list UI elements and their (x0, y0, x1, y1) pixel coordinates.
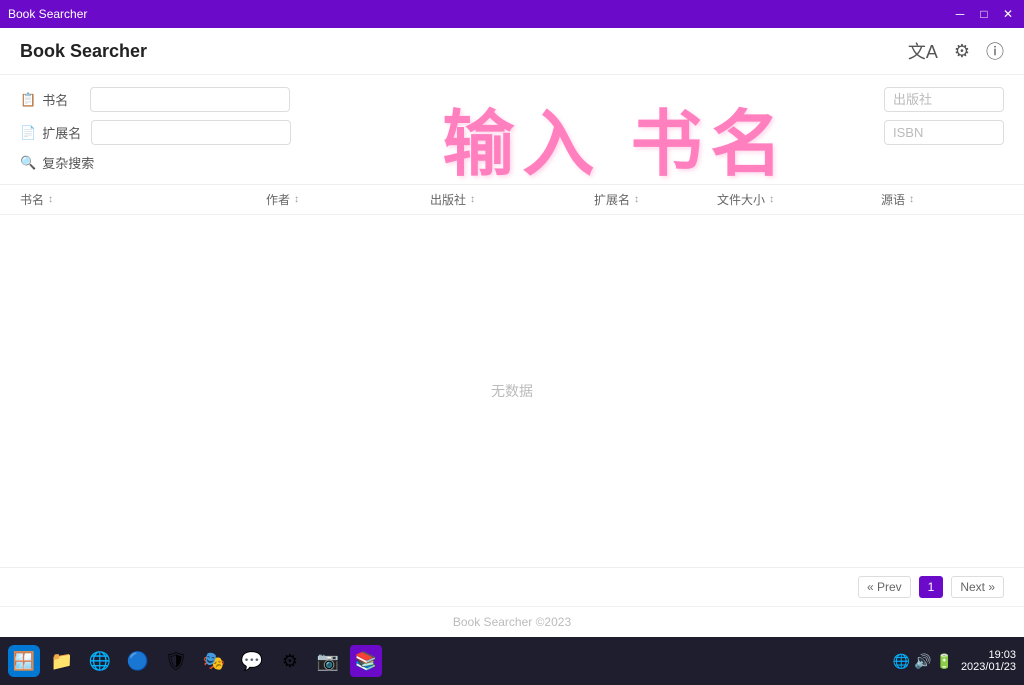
advanced-search-label: 复杂搜索 (42, 153, 94, 172)
pagination: « Prev 1 Next » (0, 567, 1024, 606)
table-body: 无数据 (0, 215, 1024, 567)
col-ext-sort: ↕ (634, 194, 639, 205)
col-size-label: 文件大小 (717, 191, 765, 208)
taskbar-time: 19:03 (961, 649, 1016, 661)
title-label: 📋 书名 (20, 90, 80, 109)
col-author-label: 作者 (266, 191, 290, 208)
book-icon: 📋 (20, 92, 36, 108)
search-row-author: 📄 扩展名 (20, 120, 1004, 145)
start-button[interactable]: 🪟 (8, 645, 40, 677)
app-footer: Book Searcher ©2023 (0, 606, 1024, 637)
taskbar-right: 🌐 🔊 🔋 19:03 2023/01/23 (893, 649, 1016, 673)
taskbar-icon-4[interactable]: 💬 (236, 645, 268, 677)
settings-icon[interactable]: ⚙ (954, 41, 970, 62)
col-author-sort: ↕ (294, 194, 299, 205)
maximize-button[interactable]: □ (976, 7, 992, 21)
publisher-input[interactable] (884, 87, 1004, 112)
col-header-publisher[interactable]: 出版社 ↕ (430, 191, 594, 208)
minimize-button[interactable]: ─ (952, 7, 968, 21)
col-header-author[interactable]: 作者 ↕ (266, 191, 430, 208)
taskbar-date: 2023/01/23 (961, 661, 1016, 673)
col-title-sort: ↕ (48, 194, 53, 205)
isbn-input[interactable] (884, 120, 1004, 145)
close-button[interactable]: ✕ (1000, 7, 1016, 21)
next-page-button[interactable]: Next » (951, 576, 1004, 598)
app-window: Book Searcher 文A ⚙ ⓘ 输入 书名 📋 书名 📄 扩展名 (0, 28, 1024, 637)
header-icons: 文A ⚙ ⓘ (908, 38, 1004, 64)
title-bar-text: Book Searcher (8, 7, 87, 21)
app-header: Book Searcher 文A ⚙ ⓘ (0, 28, 1024, 75)
volume-icon: 🔊 (914, 653, 931, 670)
taskbar-sys-icons: 🌐 🔊 🔋 (893, 653, 953, 670)
prev-page-button[interactable]: « Prev (858, 576, 911, 598)
current-page-button[interactable]: 1 (919, 576, 944, 598)
taskbar-clock: 19:03 2023/01/23 (961, 649, 1016, 673)
title-label-text: 书名 (42, 90, 68, 109)
col-header-source[interactable]: 源语 ↕ (881, 191, 1004, 208)
taskbar-icon-6[interactable]: 📷 (312, 645, 344, 677)
taskbar-icon-3[interactable]: 🎭 (198, 645, 230, 677)
results-table: 书名 ↕ 作者 ↕ 出版社 ↕ 扩展名 ↕ 文件大小 ↕ 源语 ↕ (0, 184, 1024, 567)
col-size-sort: ↕ (769, 194, 774, 205)
advanced-search-row[interactable]: 🔍 复杂搜索 (20, 153, 1004, 172)
title-bar-controls: ─ □ ✕ (952, 7, 1016, 21)
col-publisher-sort: ↕ (470, 194, 475, 205)
col-title-label: 书名 (20, 191, 44, 208)
title-bar: Book Searcher ─ □ ✕ (0, 0, 1024, 28)
translate-icon[interactable]: 文A (908, 38, 938, 64)
title-input[interactable] (90, 87, 290, 112)
file-icon: 📄 (20, 125, 36, 141)
col-header-title[interactable]: 书名 ↕ (20, 191, 266, 208)
col-publisher-label: 出版社 (430, 191, 466, 208)
table-header: 书名 ↕ 作者 ↕ 出版社 ↕ 扩展名 ↕ 文件大小 ↕ 源语 ↕ (0, 185, 1024, 215)
search-area: 输入 书名 📋 书名 📄 扩展名 🔍 复杂搜 (0, 75, 1024, 184)
author-label-text: 扩展名 (42, 123, 81, 142)
col-header-ext[interactable]: 扩展名 ↕ (594, 191, 717, 208)
taskbar-left: 🪟 📁 🌐 🔵 🛡 🎭 💬 ⚙ 📷 📚 (8, 645, 382, 677)
taskbar-booksearcher-icon[interactable]: 📚 (350, 645, 382, 677)
col-source-label: 源语 (881, 191, 905, 208)
col-header-size[interactable]: 文件大小 ↕ (717, 191, 881, 208)
taskbar-icon-2[interactable]: 🛡 (160, 645, 192, 677)
no-data-message: 无数据 (491, 381, 533, 401)
author-label: 📄 扩展名 (20, 123, 81, 142)
footer-text: Book Searcher ©2023 (453, 615, 571, 629)
info-icon[interactable]: ⓘ (986, 38, 1004, 64)
col-source-sort: ↕ (909, 194, 914, 205)
taskbar-icon-1[interactable]: 🔵 (122, 645, 154, 677)
network-icon: 🌐 (893, 653, 910, 670)
search-row-title: 📋 书名 (20, 87, 1004, 112)
col-ext-label: 扩展名 (594, 191, 630, 208)
taskbar-icon-5[interactable]: ⚙ (274, 645, 306, 677)
battery-icon: 🔋 (936, 653, 953, 670)
taskbar-explorer[interactable]: 📁 (46, 645, 78, 677)
advanced-icon: 🔍 (20, 155, 36, 171)
extension-input[interactable] (91, 120, 291, 145)
taskbar: 🪟 📁 🌐 🔵 🛡 🎭 💬 ⚙ 📷 📚 🌐 🔊 🔋 19:03 2023/01/… (0, 637, 1024, 685)
taskbar-browser[interactable]: 🌐 (84, 645, 116, 677)
app-title: Book Searcher (20, 41, 147, 62)
